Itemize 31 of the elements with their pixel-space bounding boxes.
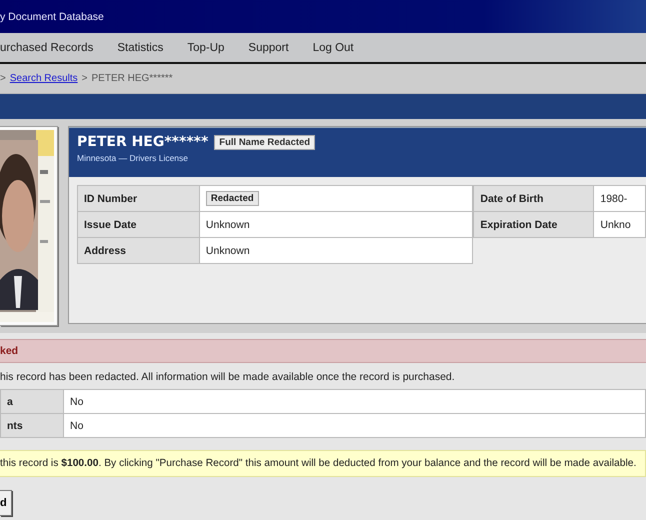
nav-link[interactable]: Support bbox=[248, 42, 289, 54]
table-cell: Unknown bbox=[199, 212, 473, 238]
table-cell: Address bbox=[78, 238, 200, 264]
breadcrumb-separator: > bbox=[82, 73, 88, 84]
site-title: y Document Database bbox=[0, 10, 104, 22]
breadcrumb-separator: > bbox=[0, 73, 6, 84]
table-cell: 1980- bbox=[594, 186, 646, 212]
redaction-notice: his record has been redacted. All information will be made available once the record is purchased. bbox=[0, 370, 456, 385]
table-cell: No bbox=[64, 414, 646, 438]
section-title: ked bbox=[0, 345, 18, 357]
table-cell: Unknown bbox=[199, 238, 473, 264]
person-name: PETER HEG****** bbox=[77, 134, 208, 150]
nav-link[interactable]: Top-Up bbox=[187, 42, 224, 54]
nav-link[interactable]: urchased Records bbox=[0, 42, 94, 54]
breadcrumb-link[interactable]: Search Results bbox=[10, 73, 78, 84]
nav-link[interactable]: Log Out bbox=[312, 42, 354, 54]
redacted-badge: Full Name Redacted bbox=[214, 134, 316, 150]
table-cell: Issue Date bbox=[78, 212, 200, 238]
table-cell: Unkno bbox=[594, 212, 646, 238]
table-cell: No bbox=[64, 390, 646, 414]
table-cell: ID Number bbox=[78, 186, 200, 212]
price-notice: this record is $100.00. By clicking "Purchase Record" this amount will be deducted from your balance and the record will be made available. bbox=[0, 458, 636, 469]
nav-link[interactable]: Statistics bbox=[117, 42, 164, 54]
table-cell: Expiration Date bbox=[474, 212, 594, 238]
table-cell: Date of Birth bbox=[474, 186, 594, 212]
breadcrumb-current: PETER HEG****** bbox=[92, 73, 173, 84]
table-cell: a bbox=[0, 390, 64, 414]
table-cell: nts bbox=[0, 414, 64, 438]
purchase-button[interactable]: d bbox=[0, 490, 12, 516]
document-type: Minnesota — Drivers License bbox=[77, 153, 190, 163]
redacted-badge: Redacted bbox=[206, 191, 259, 206]
